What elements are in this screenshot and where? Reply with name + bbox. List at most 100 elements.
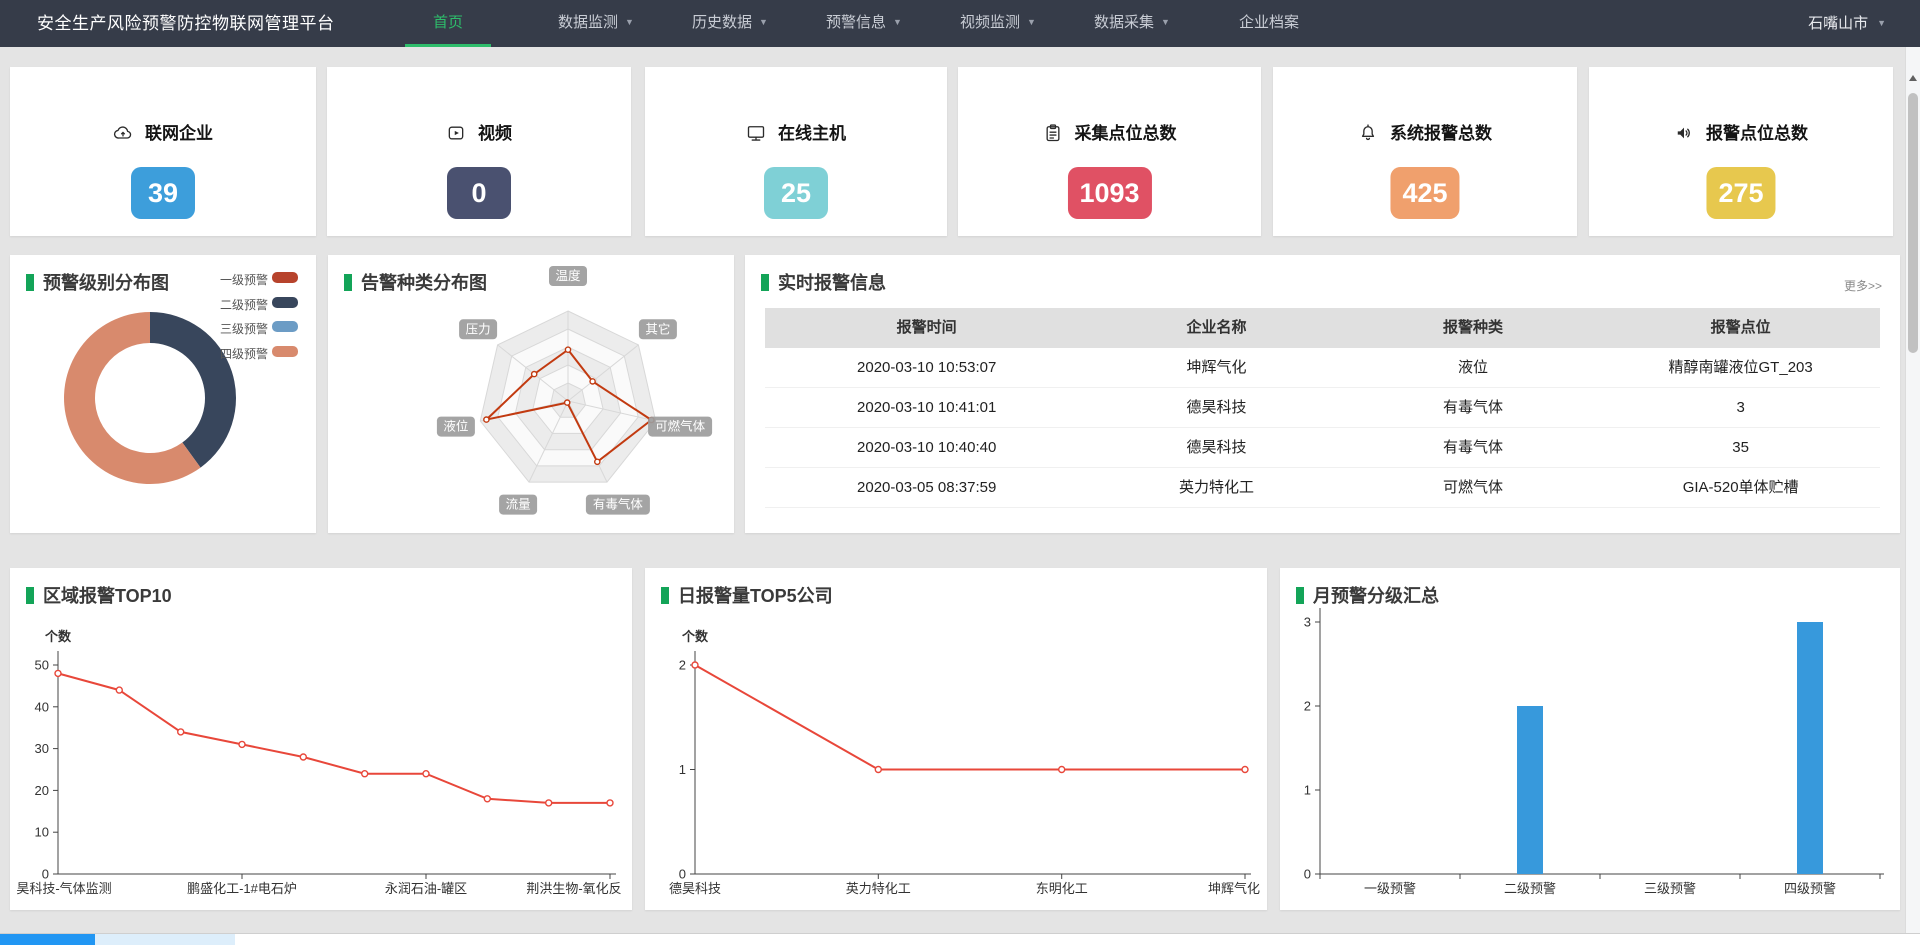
scrollbar-thumb[interactable]	[1908, 93, 1918, 353]
nav-item-7[interactable]: 企业档案	[1239, 0, 1299, 47]
title-bar-icon	[1296, 587, 1304, 604]
table-cell: 德昊科技	[1088, 388, 1344, 428]
stat-card-value-badge: 39	[131, 167, 195, 219]
svg-text:温度: 温度	[555, 268, 581, 283]
panel-warning-level: 预警级别分布图 一级预警二级预警三级预警四级预警	[10, 255, 316, 533]
panel-alarm-type: 温度其它可燃气体有毒气体流量液位压力 告警种类分布图	[328, 255, 734, 533]
panel-title: 区域报警TOP10	[26, 582, 172, 608]
navbar: 安全生产风险预警防控物联网管理平台 首页数据监测▼历史数据▼预警信息▼视频监测▼…	[0, 0, 1920, 47]
title-bar-icon	[26, 587, 34, 604]
region-selector[interactable]: 石嘴山市▼	[1808, 0, 1886, 47]
svg-text:0: 0	[42, 867, 49, 882]
speaker-icon	[1674, 123, 1694, 143]
table-cell: 坤辉气化	[1088, 348, 1344, 388]
legend-label: 二级预警	[220, 296, 268, 313]
stat-card-label: 采集点位总数	[958, 119, 1261, 144]
chevron-down-icon: ▼	[1027, 17, 1036, 27]
legend-item[interactable]: 二级预警	[10, 296, 310, 310]
table-cell: 3	[1601, 388, 1880, 428]
nav-item-label: 企业档案	[1239, 14, 1299, 31]
stat-card-label: 系统报警总数	[1273, 119, 1577, 144]
scroll-up-icon[interactable]	[1909, 75, 1917, 81]
panel-region-top10: 01020304050个数昊科技-气体监测鹏盛化工-1#电石炉永润石油-罐区荆洪…	[10, 568, 632, 910]
video-icon	[446, 123, 466, 143]
svg-text:2: 2	[679, 658, 686, 673]
nav-item-6[interactable]: 数据采集▼	[1094, 0, 1170, 47]
svg-text:德昊科技: 德昊科技	[669, 881, 721, 896]
panel-title: 月预警分级汇总	[1296, 582, 1439, 608]
chevron-down-icon: ▼	[759, 17, 768, 27]
nav-item-label: 数据监测	[558, 14, 618, 31]
chevron-down-icon: ▼	[1877, 18, 1886, 28]
svg-text:20: 20	[35, 783, 49, 798]
stat-card-3: 在线主机 25	[645, 67, 947, 236]
table-cell: 2020-03-10 10:53:07	[765, 348, 1088, 388]
nav-item-5[interactable]: 视频监测 ▼	[960, 0, 1036, 47]
stat-card-value-badge: 275	[1706, 167, 1775, 219]
svg-text:鹏盛化工-1#电石炉: 鹏盛化工-1#电石炉	[187, 881, 297, 896]
legend-swatch	[272, 346, 298, 357]
radar-axis-label: 温度	[549, 266, 587, 286]
chevron-down-icon: ▼	[893, 17, 902, 27]
radar-axis-label: 液位	[437, 417, 475, 437]
app-title: 安全生产风险预警防控物联网管理平台	[37, 0, 335, 47]
svg-text:一级预警: 一级预警	[1364, 881, 1416, 896]
svg-text:四级预警: 四级预警	[1784, 881, 1836, 896]
legend-label: 一级预警	[220, 271, 268, 288]
svg-text:40: 40	[35, 699, 49, 714]
table-cell: 德昊科技	[1088, 428, 1344, 468]
legend-swatch	[272, 321, 298, 332]
stat-card-2: 视频0	[327, 67, 631, 236]
stat-card-value-badge: 25	[764, 167, 828, 219]
svg-text:荆洪生物-氧化反: 荆洪生物-氧化反	[526, 881, 621, 896]
svg-text:0: 0	[1304, 867, 1311, 882]
nav-item-label: 数据采集	[1094, 14, 1154, 31]
stat-card-5: 系统报警总数 425	[1273, 67, 1577, 236]
stat-card-value-badge: 425	[1390, 167, 1459, 219]
horizontal-scrollbar[interactable]	[0, 933, 1920, 945]
nav-item-label: 视频监测	[960, 14, 1020, 31]
title-bar-icon	[344, 274, 352, 291]
bell-icon	[1358, 123, 1378, 143]
panel-monthly-levels: 0123一级预警二级预警三级预警四级预警 月预警分级汇总	[1280, 568, 1900, 910]
title-bar-icon	[761, 274, 769, 291]
monitor-icon	[746, 123, 766, 143]
table-cell: 有毒气体	[1345, 388, 1601, 428]
legend-item[interactable]: 四级预警	[10, 345, 310, 359]
legend-item[interactable]: 一级预警	[10, 271, 310, 285]
stat-card-label: 视频	[327, 119, 631, 144]
svg-text:三级预警: 三级预警	[1644, 881, 1696, 896]
nav-item-3[interactable]: 历史数据▼	[692, 0, 768, 47]
region-top10-line-chart: 01020304050个数昊科技-气体监测鹏盛化工-1#电石炉永润石油-罐区荆洪…	[10, 568, 632, 910]
dashboard-root: 安全生产风险预警防控物联网管理平台 首页数据监测▼历史数据▼预警信息▼视频监测▼…	[0, 0, 1920, 945]
table-header-cell: 报警时间	[765, 308, 1088, 348]
table-cell: 液位	[1345, 348, 1601, 388]
legend-label: 三级预警	[220, 320, 268, 337]
svg-text:1: 1	[679, 762, 686, 777]
panel-title: 告警种类分布图	[344, 269, 487, 295]
more-link[interactable]: 更多>>	[1844, 277, 1882, 294]
svg-text:50: 50	[35, 658, 49, 673]
table-cell: GIA-520单体贮槽	[1601, 468, 1880, 508]
svg-text:坤辉气化: 坤辉气化	[1208, 881, 1260, 896]
stat-card-6: 报警点位总数275	[1589, 67, 1893, 236]
vertical-scrollbar[interactable]	[1905, 47, 1920, 945]
nav-item-label: 预警信息	[826, 14, 886, 31]
donut-legend: 一级预警二级预警三级预警四级预警	[10, 255, 316, 533]
nav-item-1[interactable]: 首页	[405, 0, 491, 47]
nav-item-4[interactable]: 预警信息 ▼	[826, 0, 902, 47]
horizontal-scrollbar-thumb[interactable]	[0, 934, 95, 945]
table-cell: 2020-03-05 08:37:59	[765, 468, 1088, 508]
alarm-type-radar-chart: 温度其它可燃气体有毒气体流量液位压力	[328, 255, 734, 533]
stat-card-label: 在线主机	[645, 119, 947, 144]
svg-text:30: 30	[35, 741, 49, 756]
nav-item-2[interactable]: 数据监测▼	[558, 0, 634, 47]
legend-item[interactable]: 三级预警	[10, 320, 310, 334]
panel-title: 实时报警信息	[761, 269, 886, 295]
table-cell: 精醇南罐液位GT_203	[1601, 348, 1880, 388]
svg-text:二级预警: 二级预警	[1504, 881, 1556, 896]
title-bar-icon	[661, 587, 669, 604]
stat-card-value-badge: 1093	[1067, 167, 1151, 219]
monthly-levels-bar-chart: 0123一级预警二级预警三级预警四级预警	[1280, 568, 1900, 910]
svg-text:英力特化工: 英力特化工	[846, 881, 911, 896]
